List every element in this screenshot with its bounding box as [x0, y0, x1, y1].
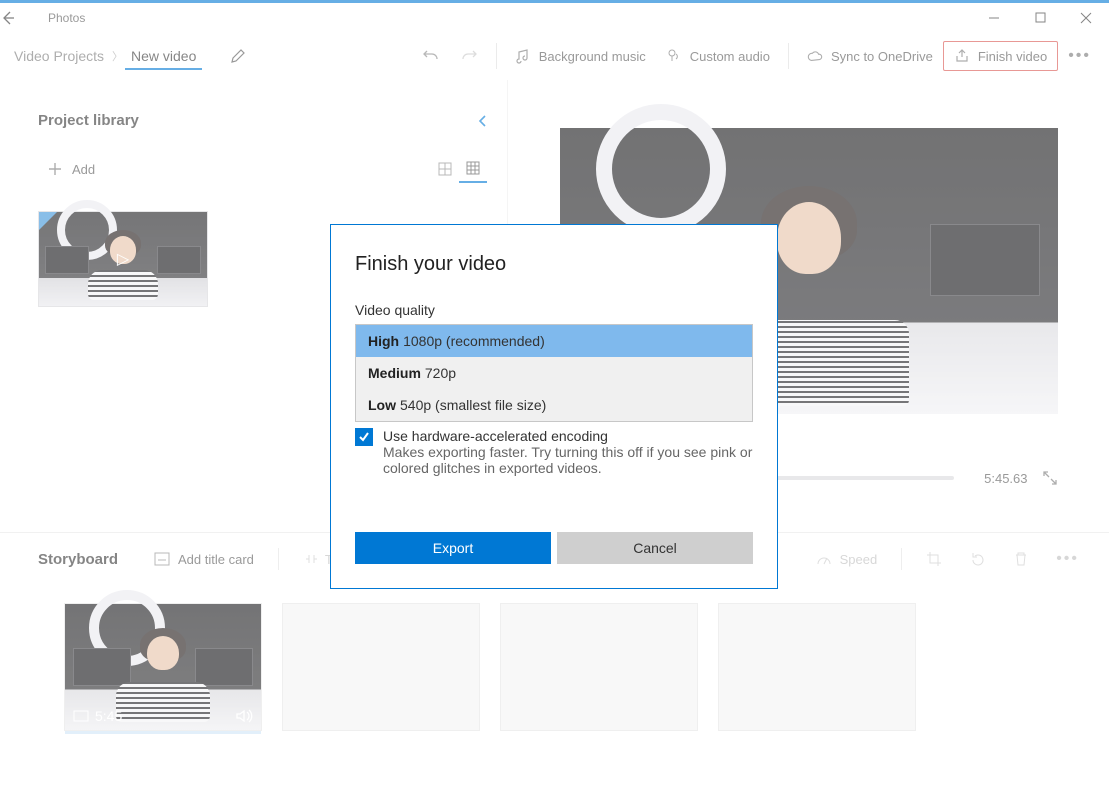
view-large-button[interactable]: [431, 155, 459, 183]
cloud-icon: [807, 48, 823, 64]
rename-icon[interactable]: [230, 48, 246, 64]
title-bar: Photos: [0, 0, 1109, 32]
hw-accel-checkbox[interactable]: [355, 428, 373, 446]
undo-button[interactable]: [412, 41, 450, 71]
minimize-button[interactable]: [971, 2, 1017, 34]
hw-accel-description: Makes exporting faster. Try turning this…: [383, 444, 753, 476]
breadcrumb-current[interactable]: New video: [125, 42, 202, 70]
speed-button[interactable]: Speed: [806, 548, 888, 571]
divider: [496, 43, 497, 69]
command-bar: Video Projects 〉 New video Background mu…: [0, 32, 1109, 80]
time-total: 5:45.63: [968, 471, 1028, 486]
storyboard-title: Storyboard: [38, 551, 118, 568]
add-label: Add: [72, 162, 95, 177]
sync-onedrive-button[interactable]: Sync to OneDrive: [797, 42, 943, 70]
rotate-button[interactable]: [960, 547, 996, 571]
quality-option-high[interactable]: High1080p (recommended): [356, 325, 752, 357]
speed-icon: [816, 552, 832, 566]
cancel-button[interactable]: Cancel: [557, 532, 753, 564]
library-title: Project library: [38, 112, 477, 129]
redo-button[interactable]: [450, 41, 488, 71]
storyboard-strip: 5:45: [0, 585, 1109, 731]
delete-button[interactable]: [1004, 547, 1038, 571]
quality-option-low[interactable]: Low540p (smallest file size): [356, 389, 752, 421]
custom-audio-button[interactable]: Custom audio: [656, 42, 780, 70]
close-button[interactable]: [1063, 2, 1109, 34]
app-title: Photos: [48, 11, 85, 25]
clip-duration-badge: 5:45: [73, 708, 122, 724]
export-icon: [954, 48, 970, 64]
finish-video-button[interactable]: Finish video: [943, 41, 1058, 71]
library-clip[interactable]: ▷: [38, 211, 208, 307]
play-overlay-icon: ▷: [117, 249, 129, 269]
fullscreen-button[interactable]: [1042, 470, 1058, 486]
clip-audio-icon: [235, 708, 253, 724]
add-title-card-button[interactable]: Add title card: [144, 548, 264, 571]
custom-audio-label: Custom audio: [690, 49, 770, 64]
finish-video-dialog: Finish your video Video quality High1080…: [330, 224, 778, 589]
storyboard-empty-slot[interactable]: [500, 603, 698, 731]
plus-icon: [48, 162, 62, 176]
music-icon: [515, 48, 531, 64]
trash-icon: [1014, 551, 1028, 567]
trim-icon: [303, 552, 317, 566]
sync-label: Sync to OneDrive: [831, 49, 933, 64]
divider: [788, 43, 789, 69]
title-card-icon: [154, 552, 170, 566]
storyboard-empty-slot[interactable]: [282, 603, 480, 731]
add-media-button[interactable]: Add: [48, 162, 95, 177]
dialog-title: Finish your video: [355, 253, 753, 276]
chevron-right-icon: 〉: [110, 48, 125, 64]
collapse-panel-icon[interactable]: [477, 114, 489, 128]
storyboard-more-button[interactable]: •••: [1046, 544, 1089, 574]
background-music-button[interactable]: Background music: [505, 42, 656, 70]
crop-icon: [926, 551, 942, 567]
export-button[interactable]: Export: [355, 532, 551, 564]
maximize-button[interactable]: [1017, 2, 1063, 34]
storyboard-empty-slot[interactable]: [718, 603, 916, 731]
finish-label: Finish video: [978, 49, 1047, 64]
quality-option-medium[interactable]: Medium720p: [356, 357, 752, 389]
rotate-icon: [970, 551, 986, 567]
more-button[interactable]: •••: [1058, 41, 1101, 71]
video-quality-label: Video quality: [355, 302, 753, 318]
video-quality-dropdown[interactable]: High1080p (recommended) Medium720p Low54…: [355, 324, 753, 422]
duration-icon: [73, 710, 89, 722]
audio-icon: [666, 48, 682, 64]
storyboard-clip[interactable]: 5:45: [64, 603, 262, 731]
back-button[interactable]: [0, 10, 48, 26]
clip-used-corner-icon: [39, 212, 57, 230]
clip-progress: [65, 731, 167, 734]
bg-music-label: Background music: [539, 49, 646, 64]
breadcrumb-projects[interactable]: Video Projects: [8, 42, 110, 70]
view-small-button[interactable]: [459, 155, 487, 183]
check-icon: [358, 431, 370, 443]
hw-accel-label: Use hardware-accelerated encoding: [383, 428, 753, 444]
crop-button[interactable]: [916, 547, 952, 571]
